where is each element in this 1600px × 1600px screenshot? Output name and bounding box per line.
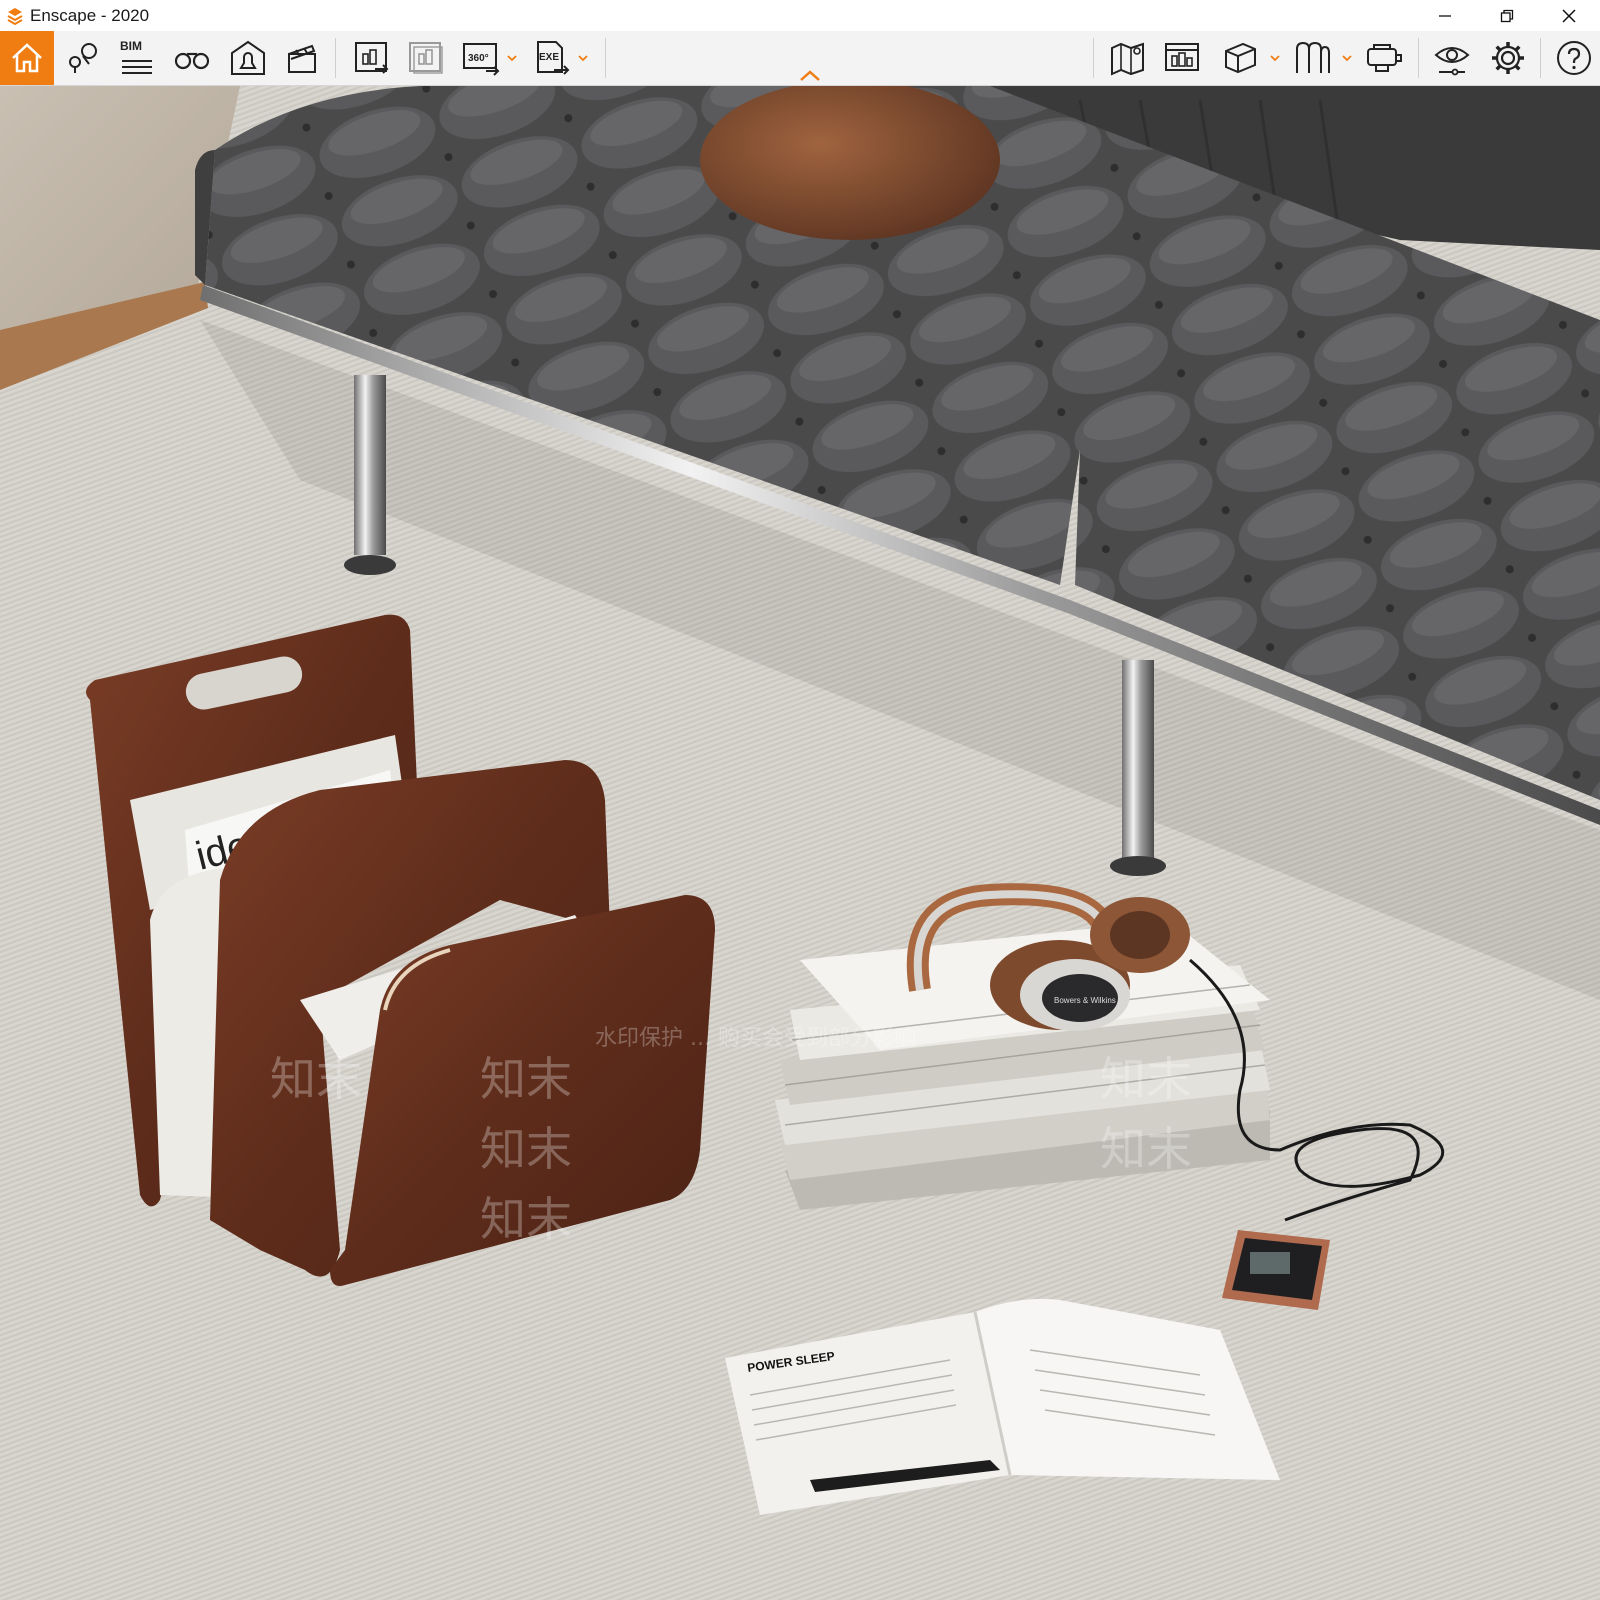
export-dropdown[interactable] (576, 31, 590, 85)
close-button[interactable] (1538, 0, 1600, 31)
watermark-brand: 知末 (1100, 1052, 1192, 1106)
cube-view-icon (1225, 42, 1256, 74)
enscape-logo-icon (7, 7, 23, 25)
watermark-brand: 知末 (480, 1052, 572, 1106)
svg-text:EXE: EXE (539, 52, 559, 63)
video-button[interactable] (280, 31, 324, 85)
minimize-button[interactable] (1414, 0, 1476, 31)
open-magazine: POWER SLEEP (725, 1298, 1280, 1515)
help-button[interactable] (1552, 31, 1596, 85)
chevron-down-icon (578, 55, 588, 62)
window-title: Enscape - 2020 (30, 5, 150, 25)
sofa-leg-left (354, 375, 386, 555)
batch-render-icon (409, 42, 443, 74)
round-pillow (700, 86, 1000, 240)
sofa-leg-left-foot (344, 555, 396, 575)
asset-library-button[interactable] (1160, 31, 1204, 85)
headphone-brand-text: Bowers & Wilkins (1054, 996, 1116, 1005)
batch-render-button[interactable] (404, 31, 448, 85)
panorama-360-icon: 360° (463, 43, 500, 76)
binoculars-button[interactable] (170, 31, 214, 85)
export-exe-button[interactable]: EXE (532, 31, 576, 85)
toolbar-separator (605, 38, 606, 78)
house-bell-button[interactable] (226, 31, 270, 85)
render-screenshot-icon (355, 42, 389, 74)
cube-view-button[interactable] (1218, 31, 1262, 85)
restore-button[interactable] (1476, 0, 1538, 31)
svg-text:360°: 360° (468, 53, 489, 64)
home-icon (12, 43, 42, 73)
panorama-button[interactable]: 360° (460, 31, 504, 85)
visual-settings-icon (1434, 47, 1470, 76)
location-pin-icon (69, 43, 97, 73)
watermark-brand: 知末 (480, 1122, 572, 1176)
panorama-dropdown[interactable] (505, 31, 519, 85)
help-icon (1557, 41, 1591, 75)
chevron-down-icon (507, 55, 517, 62)
home-button[interactable] (0, 31, 54, 85)
collapse-toolbar-icon[interactable] (798, 69, 822, 83)
toolbar: BIM 360° EXE (0, 31, 1600, 86)
map-icon (1111, 42, 1144, 76)
toolbar-separator (335, 38, 336, 78)
cube-view-dropdown[interactable] (1268, 31, 1282, 85)
watermark-brand: 知末 (1100, 1122, 1192, 1176)
asset-library-icon (1165, 43, 1199, 71)
magazine-rack: identity (86, 614, 715, 1286)
bim-button[interactable]: BIM (116, 31, 158, 85)
restore-icon (1500, 9, 1514, 22)
vr-headset-button[interactable] (1362, 31, 1406, 85)
sofa-leg-right-foot (1110, 856, 1166, 876)
location-button[interactable] (62, 31, 104, 85)
vr-dropdown[interactable] (1340, 31, 1354, 85)
render-screenshot-button[interactable] (350, 31, 394, 85)
settings-button[interactable] (1486, 31, 1530, 85)
house-bell-icon (231, 40, 265, 75)
export-exe-icon: EXE (537, 41, 570, 75)
clapperboard-icon (288, 44, 316, 73)
music-player (1222, 1230, 1330, 1310)
visual-settings-button[interactable] (1430, 31, 1474, 85)
vr-icon (1296, 41, 1330, 73)
sofa-leg-right (1122, 660, 1154, 860)
map-button[interactable] (1106, 31, 1150, 85)
chevron-down-icon (1342, 55, 1352, 62)
bim-label: BIM (120, 39, 142, 53)
render-viewport[interactable]: identity Bowers & (0, 86, 1600, 1600)
minimize-icon (1439, 14, 1451, 17)
title-bar: Enscape - 2020 (0, 0, 1600, 31)
watermark-brand: 知末 (270, 1052, 362, 1106)
toolbar-separator (1540, 38, 1541, 78)
watermark-brand: 知末 (480, 1192, 572, 1246)
render-scene: identity Bowers & (0, 86, 1600, 1515)
close-icon (1562, 8, 1576, 23)
toolbar-separator (1093, 38, 1094, 78)
binoculars-icon (174, 52, 210, 70)
chevron-down-icon (1270, 55, 1280, 62)
watermark-line: 水印保护 ... 购买会受到部分影响 (595, 1026, 916, 1051)
gear-icon (1492, 42, 1524, 74)
vr-headset-icon (1367, 44, 1402, 72)
toolbar-separator (1418, 38, 1419, 78)
vr-button[interactable] (1290, 31, 1334, 85)
